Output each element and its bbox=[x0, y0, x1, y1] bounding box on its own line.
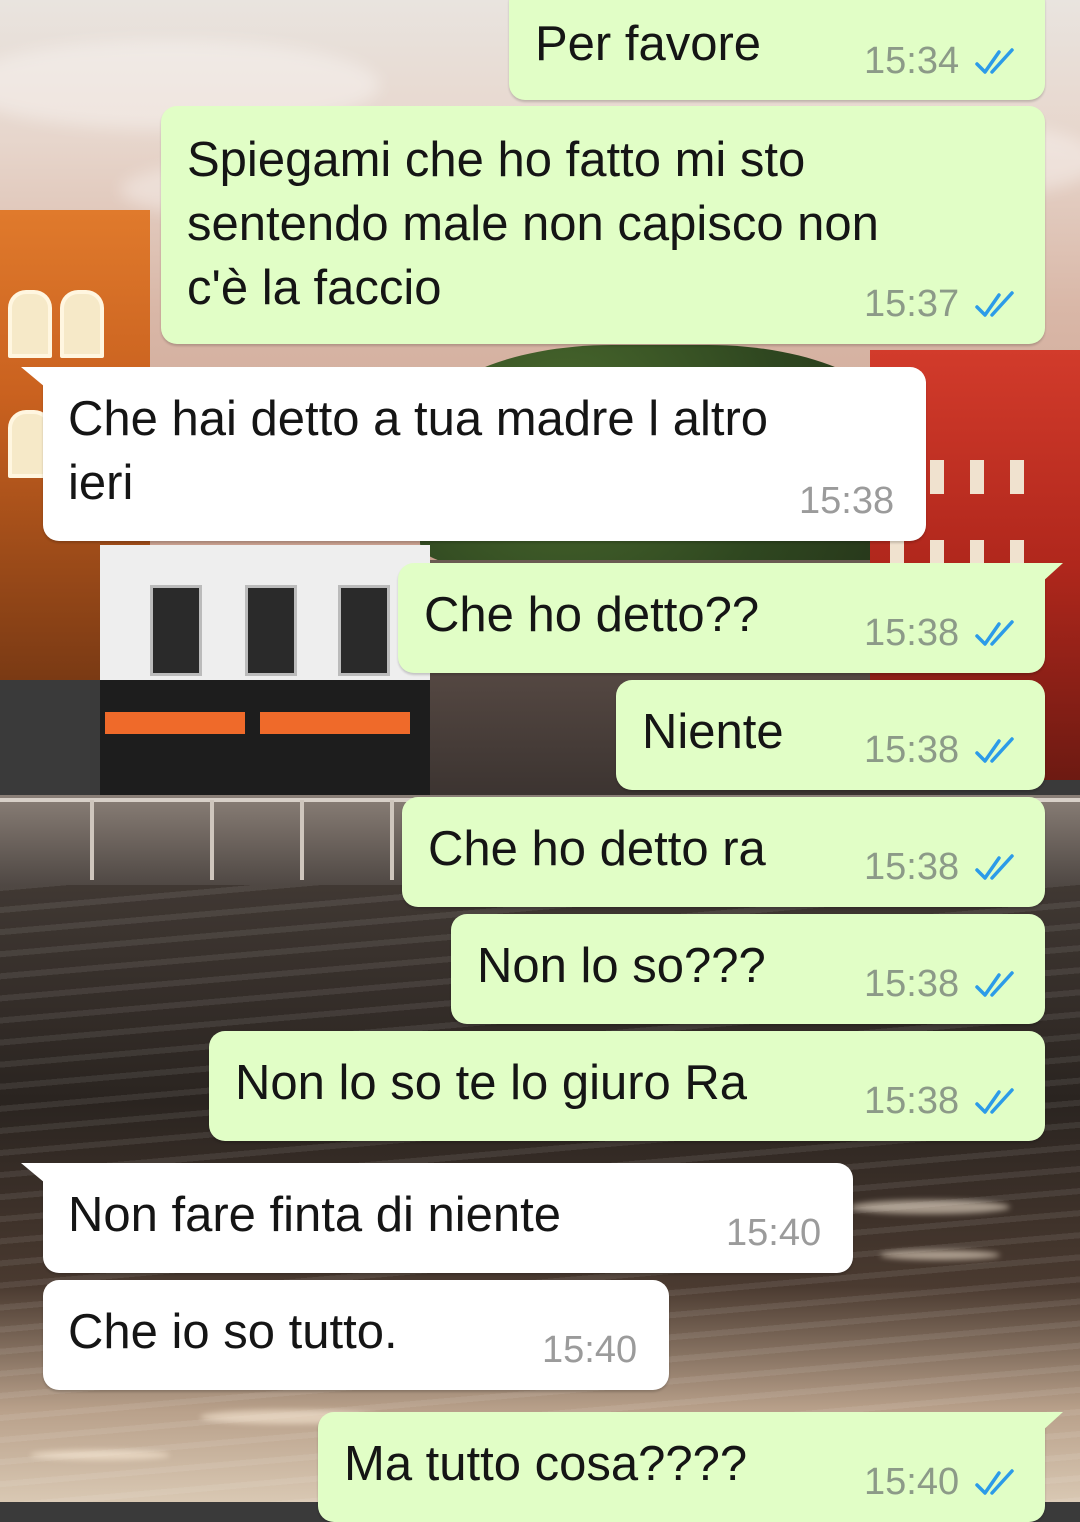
message-text: Ma tutto cosa???? bbox=[344, 1437, 748, 1491]
message-text: Che hai detto a tua madre l altro ieri bbox=[68, 392, 769, 510]
message-text: Non fare finta di niente bbox=[68, 1188, 562, 1242]
message-text: Non lo so te lo giuro Ra bbox=[235, 1056, 748, 1110]
message-text: Spiegami che ho fatto mi sto sentendo ma… bbox=[187, 133, 879, 315]
message-text: Che ho detto ra bbox=[428, 822, 766, 876]
message-time: 15:38 bbox=[799, 480, 895, 522]
message-text: Non lo so??? bbox=[477, 939, 766, 993]
message-bubble-outgoing[interactable]: Che ho detto?? 15:38 bbox=[398, 563, 1063, 673]
double-check-icon bbox=[975, 291, 1014, 317]
message-text: Che io so tutto. bbox=[68, 1305, 398, 1359]
message-text: Che ho detto?? bbox=[424, 588, 760, 642]
double-check-icon bbox=[975, 854, 1014, 880]
double-check-icon bbox=[975, 971, 1014, 997]
message-time: 15:38 bbox=[864, 729, 960, 771]
message-bubble-outgoing[interactable]: Niente 15:38 bbox=[616, 680, 1045, 790]
double-check-icon bbox=[975, 1469, 1014, 1495]
message-text: Niente bbox=[642, 705, 784, 759]
double-check-icon bbox=[975, 48, 1014, 74]
message-time: 15:38 bbox=[864, 963, 960, 1005]
double-check-icon bbox=[975, 620, 1014, 646]
message-bubble-incoming[interactable]: Che hai detto a tua madre l altro ieri 1… bbox=[21, 367, 926, 541]
message-bubble-outgoing[interactable]: Non lo so??? 15:38 bbox=[451, 914, 1045, 1024]
message-bubble-incoming[interactable]: Non fare finta di niente 15:40 bbox=[21, 1163, 853, 1273]
message-bubble-incoming[interactable]: Che io so tutto. 15:40 bbox=[43, 1280, 669, 1390]
message-bubble-outgoing[interactable]: Ma tutto cosa???? 15:40 bbox=[318, 1412, 1063, 1522]
message-time: 15:37 bbox=[864, 283, 960, 325]
message-text: Per favore bbox=[535, 17, 762, 71]
message-bubble-outgoing[interactable]: Spiegami che ho fatto mi sto sentendo ma… bbox=[161, 106, 1045, 344]
message-time: 15:38 bbox=[864, 846, 960, 888]
message-time: 15:40 bbox=[864, 1461, 960, 1503]
message-bubble-outgoing[interactable]: Che ho detto ra 15:38 bbox=[402, 797, 1045, 907]
wallpaper-shopfront bbox=[100, 680, 430, 800]
message-time: 15:40 bbox=[542, 1329, 638, 1371]
message-time: 15:38 bbox=[864, 612, 960, 654]
message-time: 15:40 bbox=[726, 1212, 822, 1254]
message-time: 15:38 bbox=[864, 1080, 960, 1122]
wallpaper-awning bbox=[105, 712, 245, 734]
message-bubble-outgoing[interactable]: Per favore 15:34 bbox=[509, 0, 1045, 100]
wallpaper-awning bbox=[260, 712, 410, 734]
message-time: 15:34 bbox=[864, 40, 960, 82]
double-check-icon bbox=[975, 1088, 1014, 1114]
double-check-icon bbox=[975, 737, 1014, 763]
message-bubble-outgoing[interactable]: Non lo so te lo giuro Ra 15:38 bbox=[209, 1031, 1045, 1141]
